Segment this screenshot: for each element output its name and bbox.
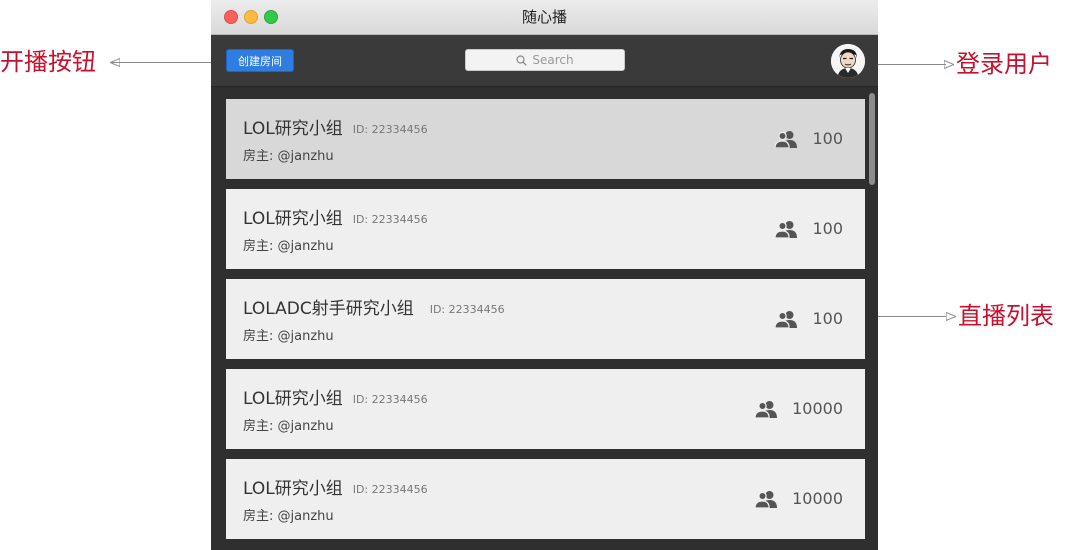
room-host: 房主: @janzhu [243, 239, 334, 254]
room-host: 房主: @janzhu [243, 509, 334, 524]
viewer-count: 100 [774, 219, 843, 238]
room-host: 房主: @janzhu [243, 149, 334, 164]
room-id: ID: 22334456 [352, 123, 428, 136]
room-name: LOL研究小组 [243, 119, 343, 139]
room-title-line: LOL研究小组 ID: 22334456 [243, 384, 428, 409]
viewer-count: 10000 [754, 489, 843, 508]
users-icon [754, 400, 778, 418]
viewer-count: 10000 [754, 399, 843, 418]
room-id: ID: 22334456 [352, 393, 428, 406]
user-avatar[interactable] [831, 44, 865, 78]
users-icon [774, 220, 798, 238]
room-title-line: LOL研究小组 ID: 22334456 [243, 474, 428, 499]
avatar-icon [831, 44, 865, 78]
room-id: ID: 22334456 [352, 483, 428, 496]
viewer-count-value: 100 [812, 219, 843, 238]
room-name: LOL研究小组 [243, 389, 343, 409]
room-card[interactable]: LOL研究小组 ID: 22334456 房主: @janzhu 10000 [226, 369, 865, 449]
viewer-count-value: 10000 [792, 489, 843, 508]
room-title-line: LOLADC射手研究小组 ID: 22334456 [243, 294, 505, 319]
arrow-right-icon [944, 60, 954, 69]
search-icon [516, 55, 528, 66]
room-host: 房主: @janzhu [243, 329, 334, 344]
viewer-count-value: 100 [812, 129, 843, 148]
viewer-count: 100 [774, 129, 843, 148]
search-input[interactable]: Search [465, 49, 625, 71]
room-host: 房主: @janzhu [243, 419, 334, 434]
live-room-list: LOL研究小组 ID: 22334456 房主: @janzhu 100 LOL研… [211, 87, 878, 550]
users-icon [754, 490, 778, 508]
annotation-line-login [866, 64, 946, 65]
room-card[interactable]: LOL研究小组 ID: 22334456 房主: @janzhu 10000 [226, 459, 865, 539]
scrollbar-thumb[interactable] [869, 93, 875, 185]
search-placeholder: Search [532, 53, 574, 67]
toolbar: 创建房间 Search [211, 35, 878, 87]
window-title: 随心播 [521, 8, 567, 26]
users-icon [774, 130, 798, 148]
title-bar: 随心播 [211, 0, 878, 35]
arrow-right-icon [946, 312, 956, 321]
room-card[interactable]: LOLADC射手研究小组 ID: 22334456 房主: @janzhu 100 [226, 279, 865, 359]
viewer-count-value: 100 [812, 309, 843, 328]
room-id: ID: 22334456 [352, 213, 428, 226]
create-room-button[interactable]: 创建房间 [226, 49, 294, 72]
viewer-count: 100 [774, 309, 843, 328]
annotation-login-user: 登录用户 [956, 50, 1052, 78]
room-card[interactable]: LOL研究小组 ID: 22334456 房主: @janzhu 100 [226, 189, 865, 269]
room-name: LOLADC射手研究小组 [243, 299, 414, 319]
room-title-line: LOL研究小组 ID: 22334456 [243, 204, 428, 229]
arrow-left-icon [110, 58, 120, 67]
annotation-create-button: 开播按钮 [0, 48, 96, 76]
room-name: LOL研究小组 [243, 209, 343, 229]
annotation-line-create [112, 62, 224, 63]
room-title-line: LOL研究小组 ID: 22334456 [243, 114, 428, 139]
app-window: 随心播 创建房间 Search LOL研究小组 ID: 22334456 房主:… [211, 0, 878, 550]
users-icon [774, 310, 798, 328]
room-id: ID: 22334456 [429, 303, 505, 316]
annotation-live-list: 直播列表 [958, 302, 1054, 330]
room-card[interactable]: LOL研究小组 ID: 22334456 房主: @janzhu 100 [226, 99, 865, 179]
room-name: LOL研究小组 [243, 479, 343, 499]
viewer-count-value: 10000 [792, 399, 843, 418]
